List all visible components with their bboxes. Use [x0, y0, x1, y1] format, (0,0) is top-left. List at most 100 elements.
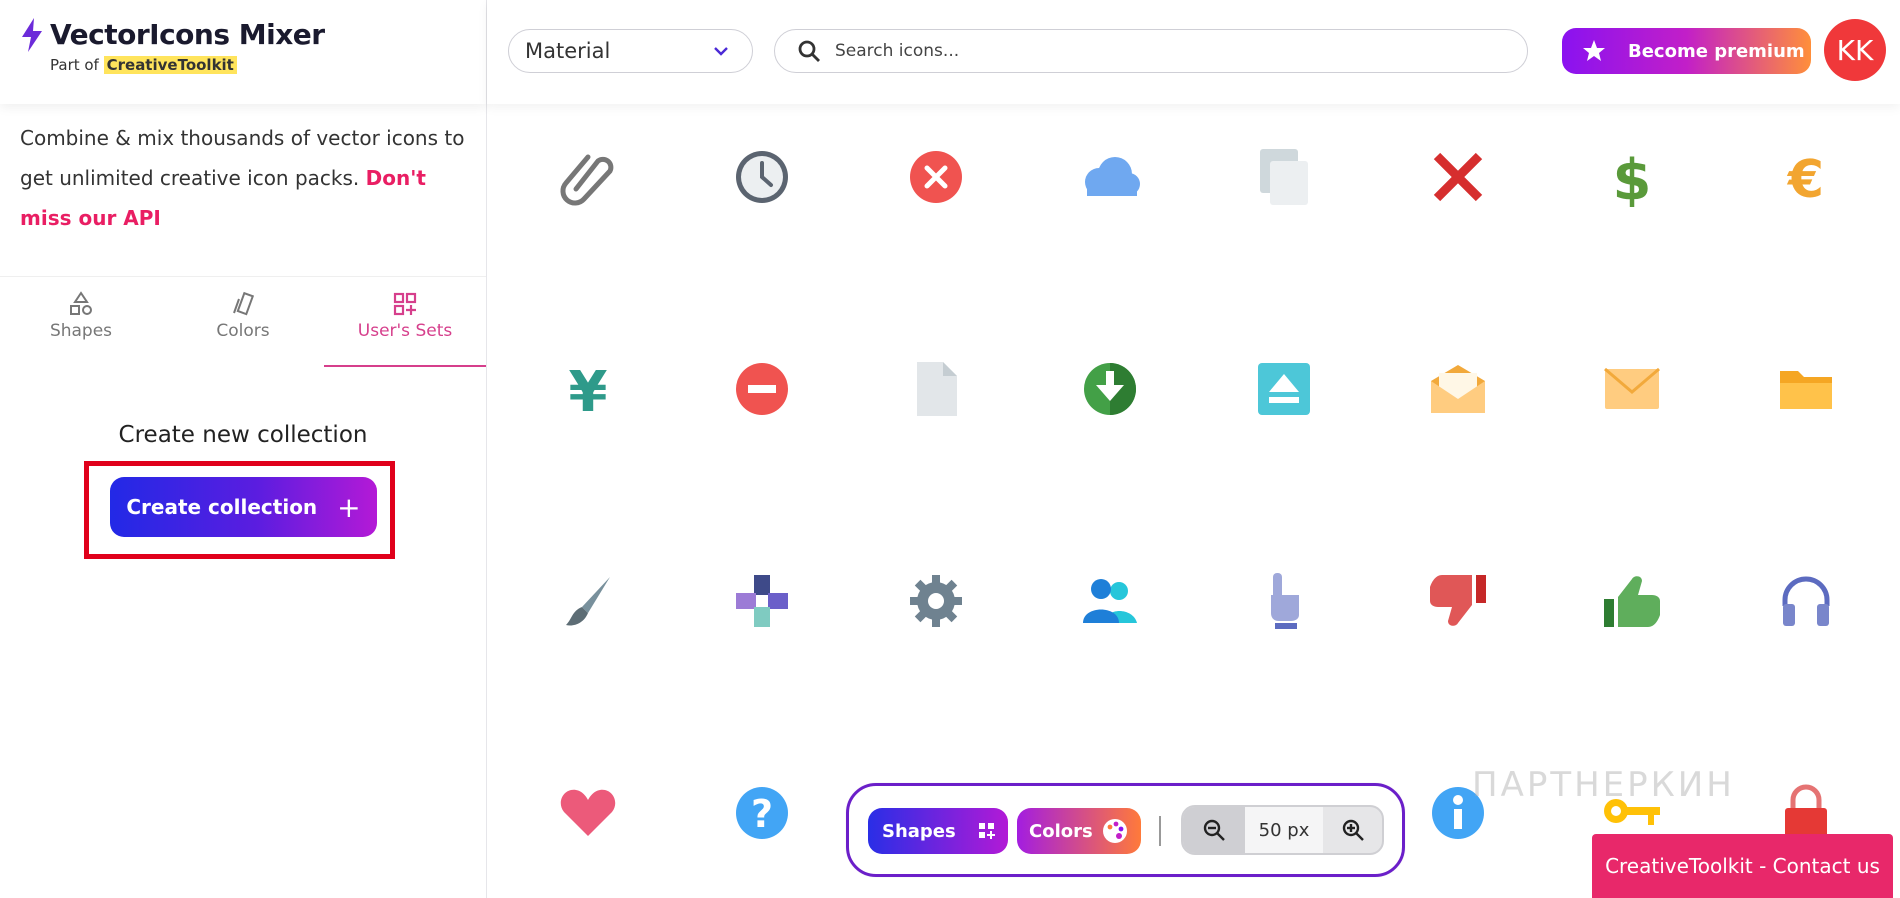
top-bar: Material Become premium KK	[487, 0, 1900, 104]
no-entry-icon	[736, 363, 788, 415]
icon-cell[interactable]	[1766, 561, 1846, 641]
zoom-value: 50 px	[1245, 807, 1323, 853]
icon-cell[interactable]	[1592, 561, 1672, 641]
euro-icon: €	[1787, 150, 1824, 207]
icon-cell[interactable]	[722, 137, 802, 217]
dollar-icon: $	[1613, 148, 1652, 207]
watermark-text: ПАРТНЕРКИН	[1472, 765, 1735, 805]
sidebar-tabs: Shapes Colors User's Sets	[0, 276, 486, 367]
star-icon	[1583, 40, 1605, 61]
icon-cell[interactable]	[548, 773, 628, 853]
icon-cell[interactable]	[722, 349, 802, 429]
svg-text:€: €	[1787, 150, 1824, 207]
toolbar-colors-label: Colors	[1029, 820, 1093, 842]
users-icon	[1083, 579, 1137, 623]
icon-cell[interactable]	[896, 561, 976, 641]
icon-cell[interactable]	[548, 561, 628, 641]
sidebar: VectorIcons Mixer Part of CreativeToolki…	[0, 0, 487, 898]
contact-us-button[interactable]: CreativeToolkit - Contact us	[1592, 834, 1893, 898]
svg-text:?: ?	[751, 792, 773, 836]
thumbs-down-icon	[1430, 575, 1486, 626]
paperclip-icon	[560, 154, 614, 206]
icon-cell[interactable]: €	[1766, 137, 1846, 217]
cross-puzzle-icon	[736, 575, 788, 627]
icon-cell[interactable]	[548, 137, 628, 217]
zoom-out-button[interactable]	[1183, 807, 1245, 853]
user-avatar[interactable]: KK	[1824, 19, 1886, 81]
bottom-toolbar: Shapes Colors 50 px	[846, 783, 1405, 877]
plus-icon: +	[337, 490, 361, 524]
heart-icon	[560, 789, 616, 836]
become-premium-button[interactable]: Become premium	[1562, 28, 1811, 74]
icon-cell[interactable]	[1418, 561, 1498, 641]
brush-icon	[566, 577, 610, 626]
create-collection-heading: Create new collection	[118, 422, 368, 448]
icon-cell[interactable]	[1244, 137, 1324, 217]
gear-icon	[910, 575, 962, 627]
search-icon	[798, 40, 820, 62]
chevron-down-icon	[714, 47, 728, 56]
icon-cell[interactable]	[1070, 561, 1150, 641]
headphones-icon	[1782, 576, 1830, 626]
clock-icon	[736, 151, 788, 203]
icon-cell[interactable]	[1592, 349, 1672, 429]
search-bar[interactable]	[774, 29, 1528, 73]
icon-cell[interactable]: $	[1592, 137, 1672, 217]
tab-shapes[interactable]: Shapes	[0, 277, 162, 367]
tab-users-sets[interactable]: User's Sets	[324, 277, 486, 367]
thumbs-up-icon	[1604, 576, 1660, 627]
envelope-icon	[1604, 367, 1660, 409]
icon-cell[interactable]	[722, 561, 802, 641]
palette-icon	[1102, 819, 1127, 843]
icon-cell[interactable]	[1418, 137, 1498, 217]
create-collection-label: Create collection	[126, 495, 318, 519]
toolbar-colors-button[interactable]: Colors	[1017, 808, 1141, 854]
toolbar-shapes-button[interactable]: Shapes	[868, 808, 1008, 854]
tab-colors-label: Colors	[216, 321, 270, 341]
tab-colors[interactable]: Colors	[162, 277, 324, 367]
svg-text:¥: ¥	[569, 360, 608, 419]
question-icon: ?	[736, 787, 788, 839]
icon-cell[interactable]	[1244, 561, 1324, 641]
zoom-in-button[interactable]	[1323, 807, 1383, 853]
eject-icon	[1258, 363, 1310, 415]
icon-cell[interactable]	[1244, 349, 1324, 429]
folder-icon	[1780, 371, 1832, 409]
document-icon	[917, 362, 957, 416]
icon-cell[interactable]	[896, 349, 976, 429]
icon-cell[interactable]	[896, 137, 976, 217]
icon-cell[interactable]	[1418, 349, 1498, 429]
pointing-hand-icon	[1271, 573, 1299, 629]
zoom-in-icon	[1342, 819, 1364, 841]
cloud-icon	[1085, 157, 1140, 196]
open-envelope-icon	[1431, 365, 1485, 413]
zoom-control: 50 px	[1181, 805, 1384, 855]
copy-icon	[1260, 149, 1308, 205]
zoom-out-icon	[1203, 819, 1225, 841]
icon-cell[interactable]	[1070, 137, 1150, 217]
icon-cell[interactable]	[1766, 349, 1846, 429]
create-collection-button[interactable]: Create collection +	[110, 477, 377, 537]
toolbar-shapes-label: Shapes	[882, 820, 956, 842]
grid-add-icon	[393, 292, 417, 316]
svg-text:$: $	[1613, 148, 1652, 207]
grid-add-icon	[978, 823, 995, 839]
toolbar-separator	[1159, 816, 1161, 846]
brand-sub-prefix: Part of	[50, 56, 104, 74]
shapes-icon	[70, 291, 92, 315]
brand-header: VectorIcons Mixer Part of CreativeToolki…	[0, 0, 486, 104]
swatches-icon	[233, 291, 255, 316]
error-circle-icon	[910, 151, 962, 203]
yen-icon: ¥	[569, 360, 608, 419]
icon-set-select[interactable]: Material	[508, 29, 753, 73]
close-x-icon	[1433, 152, 1483, 202]
icon-cell[interactable]: ?	[722, 773, 802, 853]
icon-cell[interactable]: ¥	[548, 349, 628, 429]
creativetoolkit-link[interactable]: CreativeToolkit	[103, 56, 237, 74]
icon-cell[interactable]	[1070, 349, 1150, 429]
brand-subtitle: Part of CreativeToolkit	[50, 56, 237, 74]
become-premium-label: Become premium	[1628, 40, 1805, 62]
tab-shapes-label: Shapes	[49, 321, 113, 341]
app-title[interactable]: VectorIcons Mixer	[50, 18, 325, 51]
search-input[interactable]	[835, 41, 1495, 61]
